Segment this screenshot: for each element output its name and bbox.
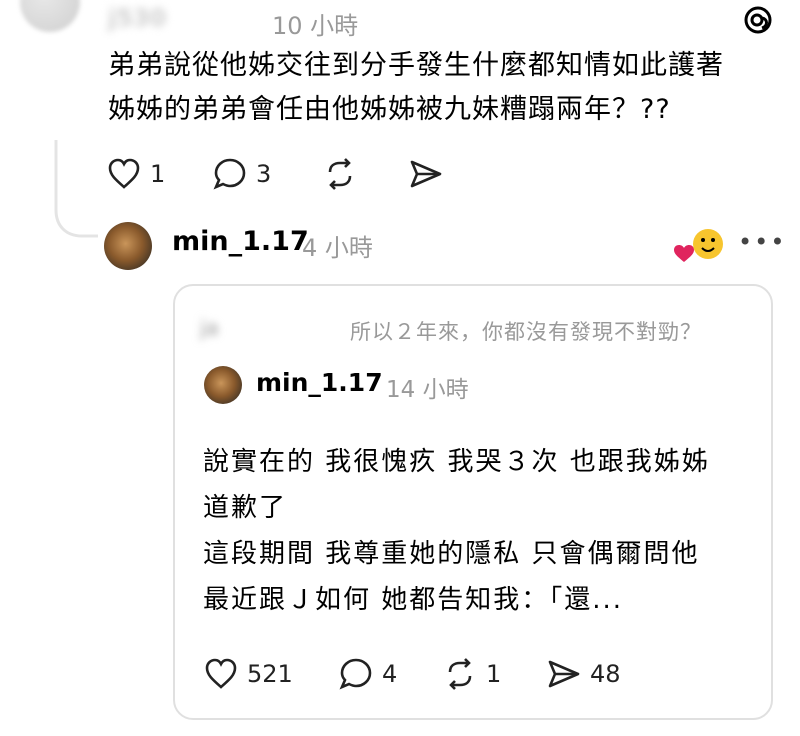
share-button[interactable] (408, 156, 444, 192)
threads-logo-icon[interactable] (742, 4, 774, 36)
comment-button[interactable]: 3 (212, 156, 271, 192)
thread-connector (54, 140, 98, 238)
post-time: 10 小時 (272, 12, 359, 40)
quote-text-line: 道歉了 (203, 493, 288, 523)
send-icon (410, 160, 442, 188)
username[interactable]: j530 (108, 4, 166, 32)
heart-icon (205, 658, 237, 689)
repost-icon (448, 658, 472, 690)
quote-text-line: 說實在的 我很愧疚 我哭３次 也跟我姊姊 (203, 447, 710, 477)
comment-button[interactable]: 4 (338, 656, 397, 692)
repost-button[interactable]: 1 (442, 656, 501, 692)
share-count: 48 (590, 660, 621, 688)
share-button[interactable]: 48 (546, 656, 621, 692)
reply-to-username: ja (200, 316, 219, 340)
avatar[interactable] (104, 222, 152, 270)
repost-icon (328, 158, 352, 190)
avatar[interactable] (20, 0, 80, 32)
username[interactable]: min_1.17 (172, 226, 309, 257)
reply-to-text: 所以２年來，你都沒有發現不對勁？ (350, 320, 702, 344)
quote-text-line: 這段期間 我尊重她的隱私 只會偶爾問他 (203, 539, 700, 569)
reply-time: 4 小時 (302, 234, 373, 262)
like-button[interactable]: 521 (203, 656, 293, 692)
post-text-line: 姊姊的弟弟會任由他姊姊被九妹糟蹋兩年？?? (108, 94, 671, 125)
comment-count: 4 (382, 660, 398, 688)
like-button[interactable]: 1 (106, 156, 165, 192)
send-icon (548, 660, 580, 688)
avatar[interactable] (204, 366, 242, 404)
comment-icon (339, 658, 372, 690)
more-icon[interactable]: ••• (738, 228, 786, 256)
repost-button[interactable] (322, 156, 358, 192)
like-count: 1 (150, 160, 166, 188)
post-text-line: 弟弟說從他姊交往到分手發生什麼都知情如此護著 (108, 50, 724, 81)
comment-count: 3 (256, 160, 272, 188)
quote-time: 14 小時 (386, 377, 469, 403)
like-count: 521 (247, 660, 293, 688)
quote-text-line: 最近跟Ｊ如何 她都告知我：「還... (203, 585, 624, 615)
heart-sticker-icon[interactable] (672, 226, 728, 266)
repost-count: 1 (486, 660, 502, 688)
comment-icon (213, 158, 246, 190)
username[interactable]: min_1.17 (256, 368, 383, 397)
